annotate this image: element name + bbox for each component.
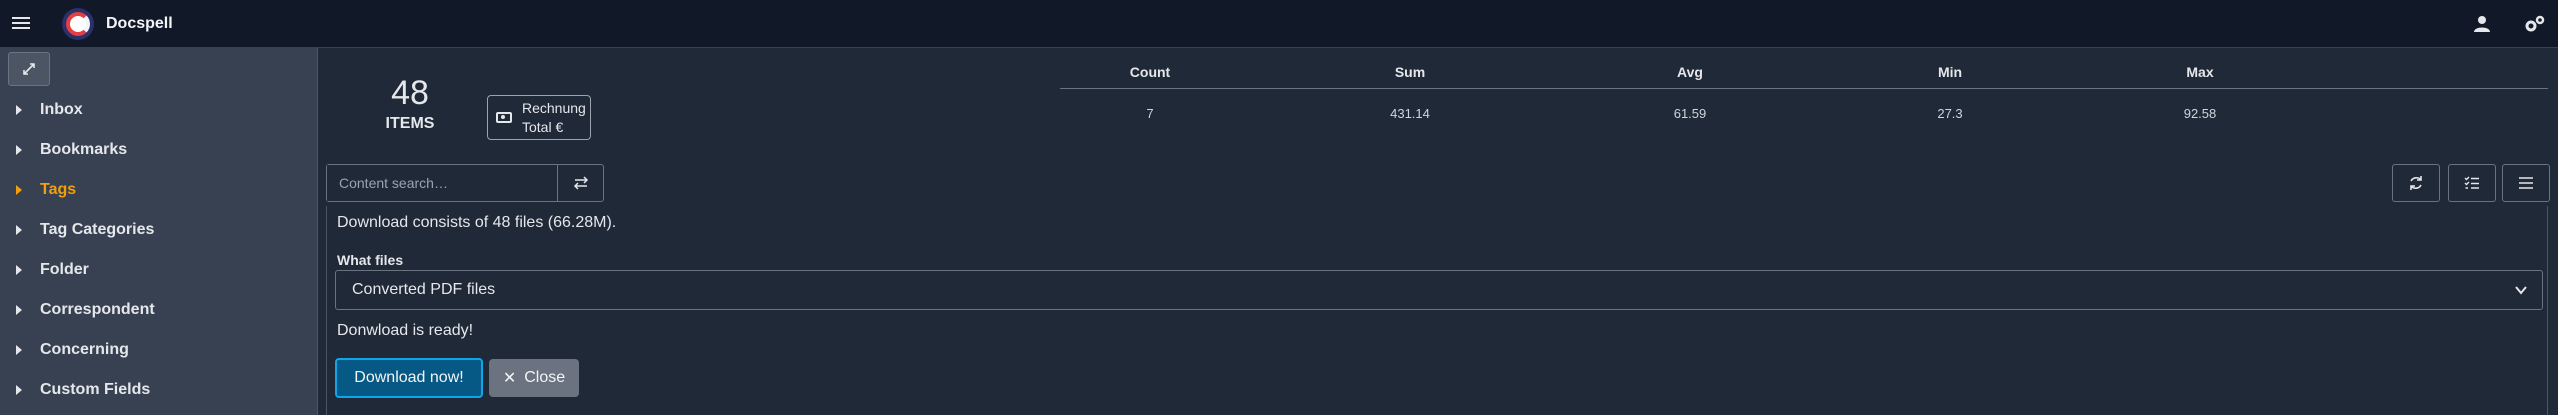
- download-info: Download consists of 48 files (66.28M).: [337, 214, 617, 231]
- caret-right-icon: [16, 305, 22, 315]
- sidebar-item-label: Correspondent: [40, 301, 155, 318]
- stats-value-min: 27.3: [1937, 106, 1963, 121]
- expand-sidebar-button[interactable]: [8, 52, 50, 86]
- sidebar-item-label: Bookmarks: [40, 141, 128, 158]
- select-items-button[interactable]: [2448, 164, 2496, 202]
- menu-button[interactable]: [2502, 164, 2550, 202]
- money-bill-icon: [496, 112, 512, 123]
- sidebar-item-label: Concerning: [40, 341, 129, 358]
- user-icon[interactable]: [2472, 14, 2494, 36]
- expand-arrows-icon: [23, 63, 35, 75]
- download-ready-text: Donwload is ready!: [337, 322, 474, 339]
- close-button[interactable]: ✕ Close: [489, 359, 579, 397]
- stats-col-avg: Avg: [1677, 64, 1703, 80]
- exchange-icon: [573, 176, 588, 190]
- items-count: 48: [391, 74, 429, 112]
- sidebar-item-bookmarks[interactable]: Bookmarks: [14, 135, 304, 165]
- caret-right-icon: [16, 265, 22, 275]
- caret-right-icon: [16, 185, 22, 195]
- custom-field-total: Total €: [522, 118, 564, 135]
- sidebar-item-label: Tags: [40, 181, 77, 198]
- sync-icon: [2410, 176, 2422, 190]
- custom-field-name: Rechnung: [522, 99, 586, 116]
- sidebar-item-label: Custom Fields: [40, 381, 151, 398]
- close-button-label: Close: [524, 369, 566, 386]
- stats-col-max: Max: [2186, 64, 2214, 80]
- top-bar: Docspell: [0, 0, 2558, 48]
- stats-header-row: Count Sum Avg Min Max: [1060, 64, 2548, 89]
- sidebar-item-inbox[interactable]: Inbox: [14, 95, 304, 125]
- sidebar-item-tags[interactable]: Tags: [14, 175, 304, 205]
- stats-values-row: 7 431.14 61.59 27.3 92.58: [1060, 106, 2548, 121]
- caret-right-icon: [16, 345, 22, 355]
- list-check-icon: [2464, 176, 2479, 189]
- custom-field-badge[interactable]: Rechnung Total €: [487, 95, 591, 140]
- bars-icon: [2519, 177, 2533, 189]
- close-icon: ✕: [502, 370, 517, 387]
- sidebar-item-label: Folder: [40, 261, 89, 278]
- stats-value-count: 7: [1146, 106, 1154, 121]
- sidebar-item-tag-categories[interactable]: Tag Categories: [14, 215, 304, 245]
- caret-right-icon: [16, 385, 22, 395]
- stats-col-count: Count: [1129, 64, 1171, 80]
- download-now-button[interactable]: Download now!: [335, 358, 483, 398]
- what-files-dropdown[interactable]: Converted PDF files: [335, 270, 2543, 310]
- search-mode-toggle-button[interactable]: [557, 165, 603, 201]
- hamburger-icon[interactable]: [12, 14, 30, 34]
- caret-right-icon: [16, 225, 22, 235]
- sidebar-item-custom-fields[interactable]: Custom Fields: [14, 375, 304, 405]
- sidebar-item-correspondent[interactable]: Correspondent: [14, 295, 304, 325]
- sidebar: Inbox Bookmarks Tags Tag Categories Fold…: [0, 48, 318, 415]
- cogs-icon[interactable]: [2524, 14, 2546, 36]
- custom-field-label: Rechnung Total €: [522, 99, 586, 137]
- docspell-logo[interactable]: [62, 8, 94, 40]
- sidebar-item-label: Inbox: [40, 101, 83, 118]
- stats-value-avg: 61.59: [1673, 106, 1707, 121]
- chevron-down-icon: [2515, 286, 2527, 295]
- download-panel: Download consists of 48 files (66.28M). …: [326, 206, 2548, 415]
- search-bar: [326, 164, 604, 202]
- what-files-label: What files: [337, 252, 404, 268]
- sidebar-item-folder[interactable]: Folder: [14, 255, 304, 285]
- stats-value-sum: 431.14: [1390, 106, 1430, 121]
- stats-table: Count Sum Avg Min Max 7 431.14 61.59 27.…: [1060, 64, 2548, 121]
- refresh-button[interactable]: [2392, 164, 2440, 202]
- sidebar-item-label: Tag Categories: [40, 221, 155, 238]
- stats-value-max: 92.58: [2183, 106, 2217, 121]
- caret-right-icon: [16, 145, 22, 155]
- items-label: ITEMS: [385, 115, 435, 132]
- stats-col-min: Min: [1937, 64, 1963, 80]
- app-title[interactable]: Docspell: [106, 15, 173, 33]
- caret-right-icon: [16, 105, 22, 115]
- sidebar-item-concerning[interactable]: Concerning: [14, 335, 304, 365]
- what-files-selected: Converted PDF files: [352, 281, 496, 298]
- content-search-input[interactable]: [327, 165, 557, 201]
- stats-col-sum: Sum: [1394, 64, 1426, 80]
